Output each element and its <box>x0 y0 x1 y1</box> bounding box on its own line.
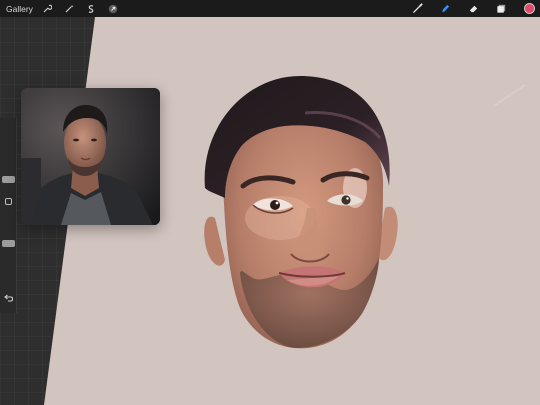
top-toolbar: Gallery <box>0 0 540 17</box>
brush-icon[interactable] <box>411 2 424 15</box>
smudge-icon[interactable] <box>439 2 452 15</box>
eraser-icon[interactable] <box>467 2 480 15</box>
undo-icon <box>4 294 14 302</box>
magic-wand-icon[interactable] <box>63 3 75 15</box>
layers-icon[interactable] <box>495 2 508 15</box>
modify-button[interactable] <box>5 198 12 205</box>
color-icon[interactable] <box>523 2 536 15</box>
transform-arrow-icon[interactable] <box>107 3 119 15</box>
opacity-slider[interactable] <box>2 240 15 247</box>
undo-button[interactable] <box>3 291 14 302</box>
current-color-swatch[interactable] <box>524 3 535 14</box>
reference-photo[interactable] <box>21 88 160 225</box>
gallery-button[interactable]: Gallery <box>6 4 33 14</box>
reference-portrait-image <box>21 88 160 225</box>
wrench-icon[interactable] <box>41 3 53 15</box>
canvas-stroke-mark <box>494 84 526 106</box>
portrait-painting <box>195 68 410 353</box>
brush-size-slider[interactable] <box>2 176 15 183</box>
left-sidebar <box>0 118 17 313</box>
selection-icon[interactable] <box>85 3 97 15</box>
